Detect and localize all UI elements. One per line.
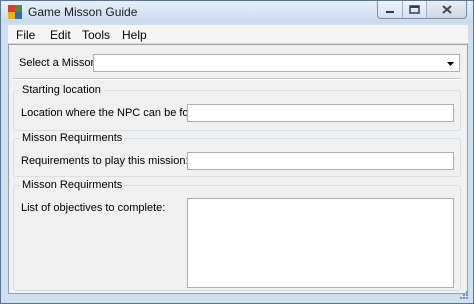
resize-grip-icon[interactable] [459,290,469,300]
npc-location-input[interactable] [187,104,454,122]
title-bar[interactable]: Game Misson Guide [1,1,473,23]
window-title: Game Misson Guide [28,5,138,19]
npc-location-label: Location where the NPC can be found: [21,107,210,119]
objectives-label: List of objectives to complete: [21,202,166,214]
starting-location-group: Starting location Location where the NPC… [13,84,461,131]
main-window: Game Misson Guide File Edit Tools Help S… [0,0,474,304]
objectives-group-title: Misson Requirments [20,179,125,191]
requirements-input[interactable] [187,152,454,170]
menu-edit[interactable]: Edit [50,28,71,42]
section-divider [13,78,461,80]
menu-help[interactable]: Help [122,28,147,42]
menu-tools[interactable]: Tools [82,28,110,42]
form-client-area: Select a Misson: Starting location Locat… [8,44,468,294]
objectives-textarea[interactable] [187,198,454,288]
chevron-down-icon [447,62,454,66]
window-controls [377,1,467,19]
close-button[interactable] [426,1,466,18]
minimize-icon [386,10,394,13]
close-icon [441,5,452,14]
maximize-icon [409,5,420,14]
minimize-button[interactable] [378,1,402,18]
menu-bar: File Edit Tools Help [8,25,468,44]
windows-form-icon[interactable] [8,5,22,19]
objectives-group: Misson Requirments List of objectives to… [13,179,461,291]
mission-select-label: Select a Misson: [19,57,100,69]
starting-location-title: Starting location [20,84,103,96]
mission-requirements-group: Misson Requirments Requirements to play … [13,132,461,177]
menu-file[interactable]: File [16,28,35,42]
requirements-label: Requirements to play this mission: [21,155,189,167]
mission-select-dropdown[interactable] [93,54,460,72]
mission-requirements-title: Misson Requirments [20,132,125,144]
maximize-button[interactable] [402,1,426,18]
